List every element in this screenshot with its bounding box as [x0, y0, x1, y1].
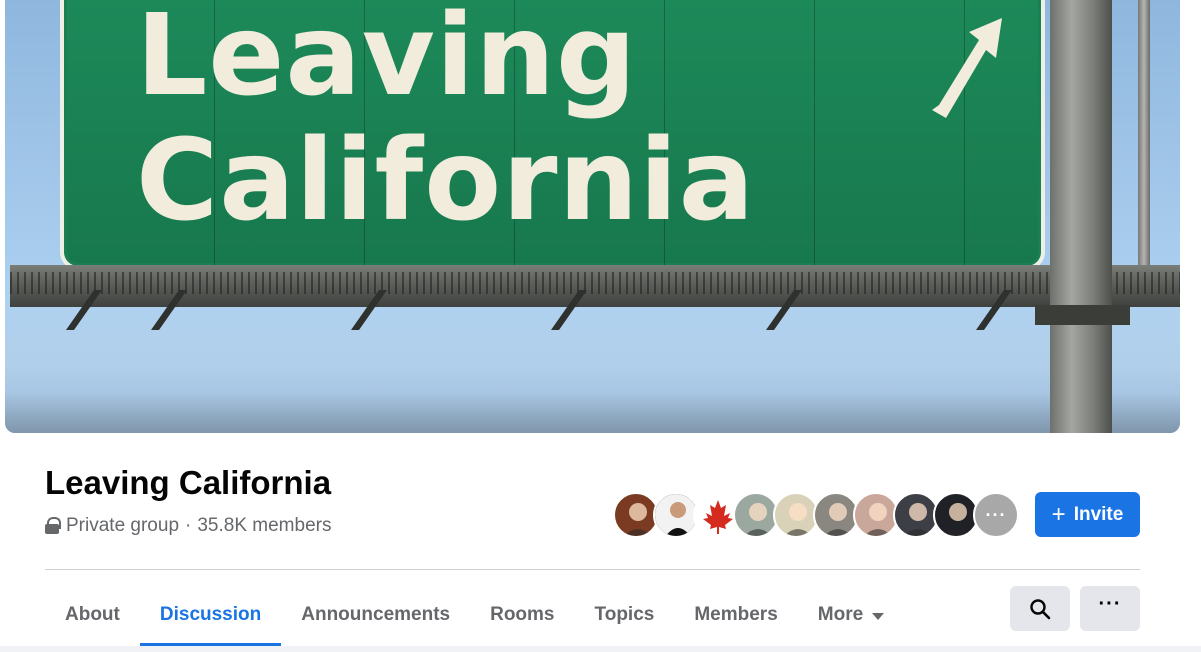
cover-photo[interactable]: Leaving California: [5, 0, 1180, 433]
tab-about[interactable]: About: [45, 584, 140, 646]
sign-pole-bracket: [1035, 305, 1130, 325]
sign-text-line1: Leaving: [136, 0, 638, 121]
tab-rooms[interactable]: Rooms: [470, 584, 574, 646]
more-members-icon: ···: [985, 504, 1007, 525]
lock-icon: [45, 517, 61, 535]
more-options-button[interactable]: ···: [1080, 586, 1140, 631]
highway-sign: Leaving California: [60, 0, 1045, 270]
group-member-count[interactable]: 35.8K members: [197, 515, 331, 537]
group-privacy[interactable]: Private group: [66, 515, 179, 537]
plus-icon: +: [1051, 500, 1066, 528]
group-name[interactable]: Leaving California: [45, 464, 331, 502]
tab-more[interactable]: More: [798, 584, 904, 646]
tab-label: Discussion: [159, 604, 262, 625]
tab-members[interactable]: Members: [674, 584, 797, 646]
header-divider: [45, 569, 1140, 570]
sign-pole: [1050, 0, 1112, 433]
tab-label: More: [817, 604, 864, 625]
sign-arrow-icon: [932, 18, 1002, 118]
tab-label: Rooms: [490, 604, 555, 625]
caret-down-icon: [872, 612, 885, 620]
invite-button-label: Invite: [1073, 503, 1124, 525]
tab-discussion[interactable]: Discussion: [139, 584, 282, 646]
search-button[interactable]: [1010, 586, 1070, 631]
meta-separator: ·: [185, 515, 192, 536]
sign-text-line2: California: [136, 116, 756, 246]
tab-label: About: [65, 604, 120, 625]
sign-panel-seam: [814, 0, 815, 266]
sign-pole-thin: [1138, 0, 1150, 300]
member-avatar-more[interactable]: ···: [973, 492, 1019, 538]
search-icon: [1030, 598, 1051, 619]
content-background: [0, 646, 1201, 652]
tab-announcements[interactable]: Announcements: [281, 584, 470, 646]
tab-topics[interactable]: Topics: [575, 584, 675, 646]
tab-label: Members: [694, 604, 778, 625]
invite-button[interactable]: + Invite: [1035, 492, 1140, 537]
group-tabs: About Discussion Announcements Rooms Topics M…: [45, 584, 904, 646]
group-meta: Private group · 35.8K members: [45, 515, 331, 537]
ellipsis-icon: ···: [1098, 593, 1122, 615]
tab-label: Announcements: [301, 604, 451, 625]
sky-haze: [5, 300, 1180, 433]
tab-label: Topics: [594, 604, 655, 625]
member-avatars: ···: [613, 492, 1019, 538]
